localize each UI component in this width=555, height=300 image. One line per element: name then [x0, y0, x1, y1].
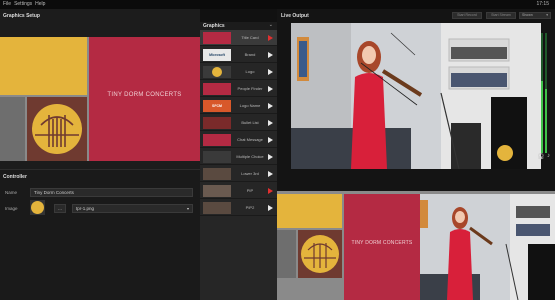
- image-select-value: tpr-1.png: [76, 206, 95, 211]
- graphics-title: Graphics: [203, 23, 225, 29]
- start-stream-button[interactable]: Start Stream: [486, 12, 516, 19]
- graphics-item-label: Title Card: [241, 35, 259, 40]
- graphics-thumbnail: [203, 117, 231, 129]
- program-title-text: TINY DORM CONCERTS: [351, 240, 413, 246]
- graphics-item-brand[interactable]: Microsoft Brand: [200, 47, 277, 63]
- program-logo-block: [298, 230, 342, 278]
- chevron-down-icon: ▾: [186, 206, 189, 211]
- graphics-item-pip2[interactable]: PIP2: [200, 200, 277, 216]
- program-gray-block: [277, 230, 296, 278]
- image-label: Image: [5, 206, 18, 211]
- image-select[interactable]: tpr-1.png ▾: [72, 204, 193, 213]
- graphics-canvas[interactable]: TINY DORM CONCERTS: [0, 37, 200, 161]
- graphics-thumbnail: [203, 32, 231, 44]
- collapse-icon[interactable]: ⌄: [269, 22, 273, 28]
- graphics-item-label: Bullet List: [241, 120, 259, 125]
- audio-level-right: [545, 89, 547, 153]
- graphics-item-label: Chat Message: [237, 137, 263, 142]
- graphics-item-label: Logo: [245, 69, 255, 74]
- graphics-items: Title Card Microsoft Brand Logo People Finde…: [200, 30, 277, 300]
- golden-gate-logo-icon: [32, 104, 82, 154]
- image-thumbnail[interactable]: [30, 200, 45, 215]
- play-icon[interactable]: [268, 120, 273, 126]
- play-icon[interactable]: [268, 137, 273, 143]
- play-icon[interactable]: [268, 171, 273, 177]
- view-select-value: Shown: [522, 13, 533, 17]
- thumbnail-text: Microsoft: [209, 53, 225, 57]
- play-icon[interactable]: [268, 188, 273, 194]
- graphics-item-label: Multiple Choice: [236, 154, 264, 159]
- logo-thumbnail-icon: [212, 67, 222, 77]
- graphics-item-label: Logo Name: [239, 103, 261, 108]
- canvas-yellow-block[interactable]: [0, 37, 87, 95]
- play-icon[interactable]: [268, 52, 273, 58]
- graphics-item-label: PIP2: [245, 205, 255, 210]
- violinist-preview-image: [291, 23, 541, 169]
- start-record-button[interactable]: Start Record: [452, 12, 482, 19]
- graphics-item-title-card[interactable]: Title Card: [200, 30, 277, 46]
- graphics-thumbnail: Microsoft: [203, 49, 231, 61]
- graphics-thumbnail: [203, 134, 231, 146]
- play-icon[interactable]: [268, 69, 273, 75]
- live-output-title: Live Output: [281, 13, 309, 19]
- play-icon[interactable]: [268, 86, 273, 92]
- play-icon[interactable]: [268, 103, 273, 109]
- graphics-item-label: People Finder: [237, 86, 263, 91]
- graphics-setup-panel: Graphics Setup TINY DORM CONCERTS: [0, 9, 200, 169]
- graphics-item-label: Lower 3rd: [241, 171, 259, 176]
- controller-panel: Controller Name Tiny Dorm Concerts Image…: [0, 169, 200, 300]
- canvas-title-block[interactable]: TINY DORM CONCERTS: [89, 37, 200, 161]
- audio-level-left: [541, 81, 543, 153]
- graphics-setup-title: Graphics Setup: [3, 13, 40, 19]
- menu-bar: File Settings Help 17:15: [0, 0, 555, 9]
- graphics-thumbnail: [203, 185, 231, 197]
- view-select[interactable]: Shown ▾: [519, 12, 551, 19]
- play-icon[interactable]: [268, 35, 273, 41]
- menu-file[interactable]: File: [3, 0, 11, 9]
- browse-button[interactable]: ...: [54, 204, 66, 213]
- menu-settings[interactable]: Settings: [14, 0, 32, 9]
- golden-gate-logo-icon: [301, 235, 339, 273]
- chevron-down-icon: ▾: [546, 13, 548, 17]
- graphics-item-choice[interactable]: Multiple Choice: [200, 149, 277, 165]
- violinist-pip-image: [420, 194, 555, 300]
- name-field[interactable]: Tiny Dorm Concerts: [30, 188, 193, 197]
- graphics-thumbnail: [203, 202, 231, 214]
- graphics-item-chat[interactable]: Chat Message: [200, 132, 277, 148]
- graphics-item-logo[interactable]: Logo: [200, 64, 277, 80]
- program-yellow-block: [277, 194, 342, 228]
- graphics-item-lower[interactable]: Lower 3rd: [200, 166, 277, 182]
- play-icon[interactable]: [268, 154, 273, 160]
- graphics-list-header: Graphics ⌄: [200, 22, 277, 30]
- graphics-item-label: Brand: [244, 52, 256, 57]
- thumbnail-text: SFCM: [212, 104, 222, 108]
- program-title-block: TINY DORM CONCERTS: [344, 194, 420, 300]
- graphics-item-bullets[interactable]: Bullet List: [200, 115, 277, 131]
- program-output[interactable]: TINY DORM CONCERTS: [277, 191, 555, 300]
- graphics-item-logo-name[interactable]: SFCM Logo Name: [200, 98, 277, 114]
- graphics-item-pip[interactable]: PIP: [200, 183, 277, 199]
- program-pip-video: [420, 194, 555, 300]
- menu-help[interactable]: Help: [35, 0, 45, 9]
- name-label: Name: [5, 190, 18, 195]
- graphics-thumbnail: [203, 83, 231, 95]
- graphics-thumbnail: [203, 151, 231, 163]
- preview-video[interactable]: [291, 23, 541, 169]
- graphics-thumbnail: SFCM: [203, 100, 231, 112]
- graphics-thumbnail: [203, 66, 231, 78]
- canvas-gray-block[interactable]: [0, 97, 25, 161]
- speaker-icon[interactable]: ♪: [547, 153, 550, 159]
- live-output-panel: Live Output Start Record Start Stream Sh…: [277, 9, 555, 300]
- graphics-item-label: PIP: [246, 188, 254, 193]
- graphics-item-people[interactable]: People Finder: [200, 81, 277, 97]
- graphics-thumbnail: [203, 168, 231, 180]
- headphones-icon[interactable]: 🎧︎: [537, 153, 545, 160]
- canvas-logo-block[interactable]: [27, 97, 87, 161]
- canvas-title-text: TINY DORM CONCERTS: [107, 92, 182, 98]
- controller-title: Controller: [3, 174, 27, 180]
- play-icon[interactable]: [268, 205, 273, 211]
- clock: 17:15: [536, 1, 549, 7]
